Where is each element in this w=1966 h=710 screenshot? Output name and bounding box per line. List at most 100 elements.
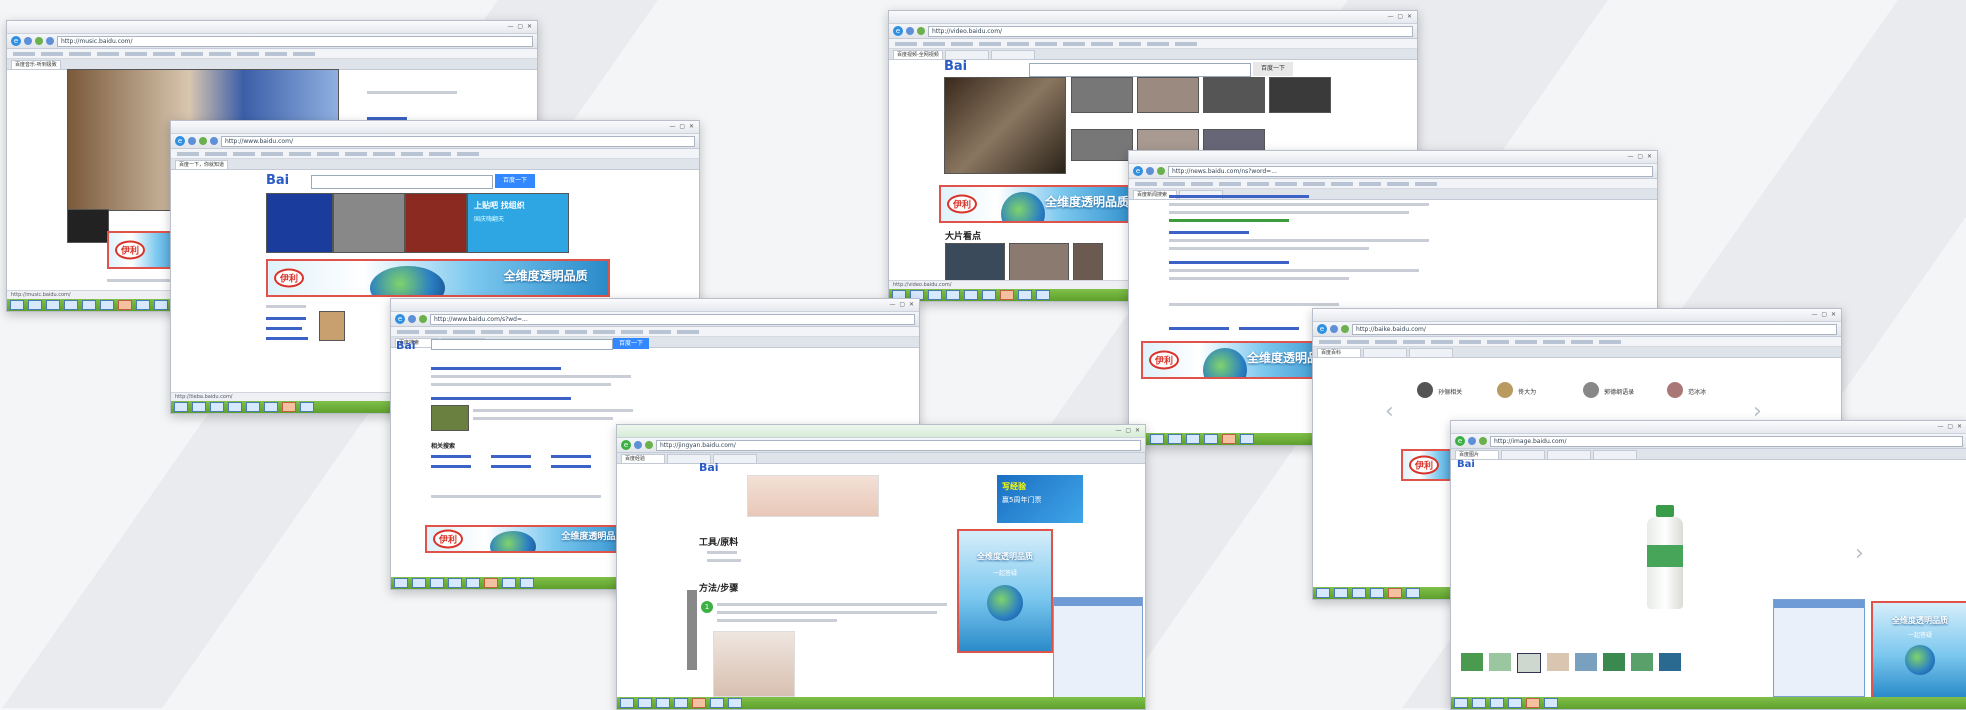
side-toolbar[interactable] (687, 590, 697, 670)
browser-360-icon[interactable]: e (893, 26, 903, 36)
related-link[interactable] (431, 465, 471, 468)
movie-thumb[interactable] (945, 243, 1005, 285)
tab-music[interactable]: 百度音乐-听到极致 (11, 60, 61, 69)
refresh-icon[interactable] (46, 37, 54, 45)
tab-other[interactable] (1593, 450, 1637, 459)
back-icon[interactable] (1146, 167, 1154, 175)
browser-360-icon[interactable]: e (395, 314, 405, 324)
movie-thumb[interactable] (1071, 77, 1133, 113)
result-thumb[interactable] (431, 405, 469, 431)
yili-ad-banner[interactable]: 伊利 全维度透明品质 (939, 185, 1143, 223)
url-input[interactable]: http://baike.baidu.com/ (1352, 323, 1837, 335)
movie-thumb[interactable] (1009, 243, 1069, 285)
tab-other[interactable] (990, 50, 1035, 59)
tab-image[interactable]: 百度图片 (1455, 450, 1499, 459)
tab-video[interactable]: 百度视频-全网视频 (893, 50, 943, 59)
write-exp-ad[interactable]: 写经验 赢5周年门票 (997, 475, 1083, 523)
tab-baike[interactable]: 百度百科 (1317, 348, 1361, 357)
movie-thumb[interactable] (1203, 77, 1265, 113)
movie-thumb[interactable] (1071, 129, 1133, 161)
forward-icon[interactable] (1479, 437, 1487, 445)
popup-mini-window[interactable] (1053, 597, 1143, 699)
tab-other[interactable] (1409, 348, 1453, 357)
url-input[interactable]: http://jingyan.baidu.com/ (656, 439, 1141, 451)
window-controls[interactable]: — ▢ ✕ (1387, 13, 1413, 20)
back-icon[interactable] (906, 27, 914, 35)
popup-mini-window[interactable] (1773, 599, 1865, 697)
baidu-search-input[interactable] (311, 175, 493, 189)
back-icon[interactable] (188, 137, 196, 145)
result-title[interactable] (1169, 231, 1249, 234)
related-link[interactable] (491, 455, 531, 458)
result-title[interactable] (431, 397, 571, 400)
result-search-input[interactable] (431, 339, 613, 350)
movie-poster-main[interactable] (944, 77, 1066, 174)
yili-ad-banner[interactable]: 伊利 全维度透明品质 (266, 259, 610, 297)
tab-other[interactable] (1363, 348, 1407, 357)
tab-other[interactable] (713, 454, 757, 463)
result-title[interactable] (1169, 195, 1309, 198)
promo-tile-photo[interactable] (333, 193, 405, 253)
movie-thumb[interactable] (1137, 77, 1199, 113)
url-input[interactable]: http://music.baidu.com/ (57, 35, 533, 47)
back-icon[interactable] (408, 315, 416, 323)
window-controls[interactable]: — ▢ ✕ (1115, 427, 1141, 434)
tab-other[interactable] (1547, 450, 1591, 459)
url-input[interactable]: http://www.baidu.com/ (221, 135, 695, 147)
promo-tile-red[interactable] (266, 193, 333, 253)
result-search-button[interactable]: 百度一下 (613, 338, 649, 349)
url-input[interactable]: http://news.baidu.com/ns?word=... (1168, 165, 1653, 177)
person-card[interactable]: 佟大为 (1497, 379, 1567, 398)
tab-jingyan[interactable]: 百度经验 (621, 454, 665, 463)
browser-360-icon[interactable]: e (1133, 166, 1143, 176)
related-link[interactable] (551, 455, 591, 458)
browser-360-icon[interactable]: e (175, 136, 185, 146)
forward-icon[interactable] (645, 441, 653, 449)
person-card[interactable]: 郭德纲语录 (1583, 379, 1653, 398)
thumb-strip[interactable] (1461, 653, 1781, 673)
related-link[interactable] (551, 465, 591, 468)
tab-other[interactable] (1501, 450, 1545, 459)
tab-baidu[interactable]: 百度一下，你就知道 (175, 160, 229, 169)
window-controls[interactable]: — ▢ ✕ (1937, 423, 1963, 430)
movie-thumb[interactable] (1269, 77, 1331, 113)
url-input[interactable]: http://video.baidu.com/ (928, 25, 1413, 37)
back-icon[interactable] (24, 37, 32, 45)
person-card[interactable]: 范冰冰 (1667, 379, 1737, 398)
movie-thumb[interactable] (1073, 243, 1103, 285)
pagination[interactable] (431, 495, 601, 498)
back-icon[interactable] (634, 441, 642, 449)
side-link[interactable] (266, 317, 306, 320)
browser-360-icon[interactable]: e (11, 36, 21, 46)
window-controls[interactable]: — ▢ ✕ (889, 301, 915, 308)
promo-tile-game[interactable] (405, 193, 467, 253)
back-icon[interactable] (1468, 437, 1476, 445)
forward-icon[interactable] (419, 315, 427, 323)
yili-ad-banner[interactable]: 伊利 全维度透明品质 (425, 525, 639, 553)
related-link[interactable] (1169, 327, 1229, 330)
pagination[interactable] (1169, 303, 1339, 306)
side-link[interactable] (266, 337, 308, 340)
url-input[interactable]: http://www.baidu.com/s?wd=... (430, 313, 915, 325)
window-controls[interactable]: — ▢ ✕ (1627, 153, 1653, 160)
related-link[interactable] (491, 465, 531, 468)
yili-box-ad[interactable]: 全维度透明品质 一起答疑 (1871, 601, 1966, 699)
related-link[interactable] (1239, 327, 1299, 330)
chevron-right-icon[interactable]: › (1855, 541, 1864, 566)
browser-360-icon[interactable]: e (1317, 324, 1327, 334)
forward-icon[interactable] (35, 37, 43, 45)
forward-icon[interactable] (1341, 325, 1349, 333)
browser-360-icon[interactable]: e (621, 440, 631, 450)
milk-bottle-image[interactable] (1647, 505, 1683, 609)
login-field[interactable] (367, 91, 457, 94)
side-link[interactable] (266, 327, 302, 330)
forward-icon[interactable] (917, 27, 925, 35)
result-title[interactable] (431, 367, 561, 370)
window-controls[interactable]: — ▢ ✕ (669, 123, 695, 130)
video-search-button[interactable]: 百度一下 (1253, 62, 1293, 76)
back-icon[interactable] (1330, 325, 1338, 333)
result-title[interactable] (1169, 261, 1289, 264)
forward-icon[interactable] (1157, 167, 1165, 175)
related-link[interactable] (431, 455, 471, 458)
chevron-left-icon[interactable]: ‹ (1385, 399, 1394, 424)
